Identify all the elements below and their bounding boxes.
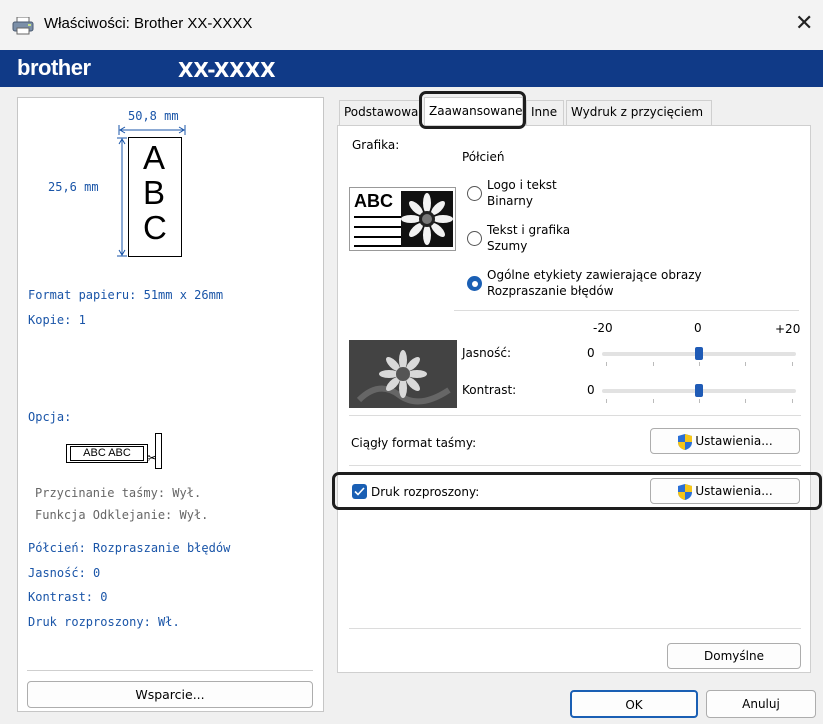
brightness-slider-thumb[interactable] <box>695 347 703 360</box>
radio-general-labels-label: Ogólne etykiety zawierające obrazy Rozpr… <box>487 267 702 299</box>
radio-text-graphics-line1: Tekst i grafika <box>487 223 571 237</box>
radio-text-graphics-line2: Szumy <box>487 239 528 253</box>
scale-max: +20 <box>775 322 801 336</box>
continuous-tape-settings-label: Ustawienia... <box>695 434 773 448</box>
tick <box>745 399 746 403</box>
tick <box>699 362 700 366</box>
radio-logo-text-line2: Binarny <box>487 194 533 208</box>
cutter-sample-text: ABC ABC <box>70 446 144 461</box>
tick <box>606 399 607 403</box>
sunflower-photo <box>349 340 457 408</box>
tick <box>653 399 654 403</box>
divider <box>454 310 799 311</box>
cancel-button[interactable]: Anuluj <box>706 690 816 718</box>
defaults-button[interactable]: Domyślne <box>667 643 801 669</box>
graphics-label: Grafika: <box>352 138 400 152</box>
close-icon[interactable]: ✕ <box>795 11 813 36</box>
divider <box>27 670 313 671</box>
tick <box>606 362 607 366</box>
preview-letter-a: A <box>143 139 166 176</box>
height-label: 25,6 mm <box>48 180 99 194</box>
tab-cut-print[interactable]: Wydruk z przycięciem <box>566 100 712 125</box>
support-button[interactable]: Wsparcie... <box>27 681 313 708</box>
contrast-label: Kontrast: <box>462 383 517 397</box>
preview-letter-c: C <box>143 209 167 246</box>
width-label: 50,8 mm <box>128 109 179 123</box>
brightness-value: 0 <box>587 346 595 360</box>
graphics-sample: ABC <box>349 187 456 251</box>
uac-shield-icon <box>678 433 693 450</box>
tick <box>653 362 654 366</box>
continuous-tape-label: Ciągły format taśmy: <box>351 436 477 450</box>
halftone-status: Półcień: Rozpraszanie błędów <box>28 541 231 555</box>
divider <box>349 465 801 466</box>
radio-text-graphics[interactable] <box>467 231 482 246</box>
tab-highlight-frame <box>419 91 526 129</box>
contrast-status: Kontrast: 0 <box>28 590 108 604</box>
printer-icon <box>12 17 34 35</box>
model-name: XX-XXXX <box>178 58 276 82</box>
radio-general-labels-line1: Ogólne etykiety zawierające obrazy <box>487 268 702 282</box>
brand-logo: brother <box>17 55 91 80</box>
contrast-value: 0 <box>587 383 595 397</box>
width-dimension-arrow <box>118 125 186 135</box>
tick <box>792 399 793 403</box>
graphics-sample-text: ABC <box>354 191 393 211</box>
ok-button[interactable]: OK <box>570 690 698 718</box>
tab-basic[interactable]: Podstawowa <box>339 100 422 125</box>
distributed-status: Druk rozproszony: Wł. <box>28 615 180 629</box>
tape-end-icon <box>155 433 162 469</box>
brightness-label: Jasność: <box>462 346 511 360</box>
height-dimension-arrow <box>117 137 127 257</box>
divider <box>349 415 801 416</box>
radio-general-labels[interactable] <box>467 276 482 291</box>
cut-tape-status: Przycinanie taśmy: Wył. <box>35 486 202 500</box>
brightness-status: Jasność: 0 <box>28 566 101 580</box>
scale-mid: 0 <box>694 321 702 335</box>
peel-function-status: Funkcja Odklejanie: Wył. <box>35 508 209 522</box>
tick <box>699 399 700 403</box>
tick <box>792 362 793 366</box>
radio-general-labels-line2: Rozpraszanie błędów <box>487 284 614 298</box>
option-label: Opcja: <box>28 410 72 424</box>
copies: Kopie: 1 <box>28 313 86 327</box>
divider <box>349 628 801 629</box>
preview-letter-b: B <box>143 174 166 211</box>
radio-logo-text-line1: Logo i tekst <box>487 178 557 192</box>
brand-bar <box>0 50 823 87</box>
paper-format: Format papieru: 51mm x 26mm <box>28 288 224 302</box>
continuous-tape-settings-button[interactable]: Ustawienia... <box>650 428 800 454</box>
radio-logo-text[interactable] <box>467 186 482 201</box>
contrast-slider-thumb[interactable] <box>695 384 703 397</box>
radio-logo-text-label: Logo i tekst Binarny <box>487 177 557 209</box>
window-title: Właściwości: Brother XX-XXXX <box>44 15 253 32</box>
halftone-label: Półcień <box>462 150 505 164</box>
tab-other[interactable]: Inne <box>526 100 564 125</box>
label-preview: A B C <box>128 137 182 257</box>
scale-min: -20 <box>593 321 613 335</box>
sunflower-bw-image <box>401 191 453 247</box>
tick <box>745 362 746 366</box>
radio-text-graphics-label: Tekst i grafika Szumy <box>487 222 570 254</box>
cutter-preview: ABC ABC <box>66 444 148 463</box>
distributed-highlight-frame <box>332 472 822 510</box>
